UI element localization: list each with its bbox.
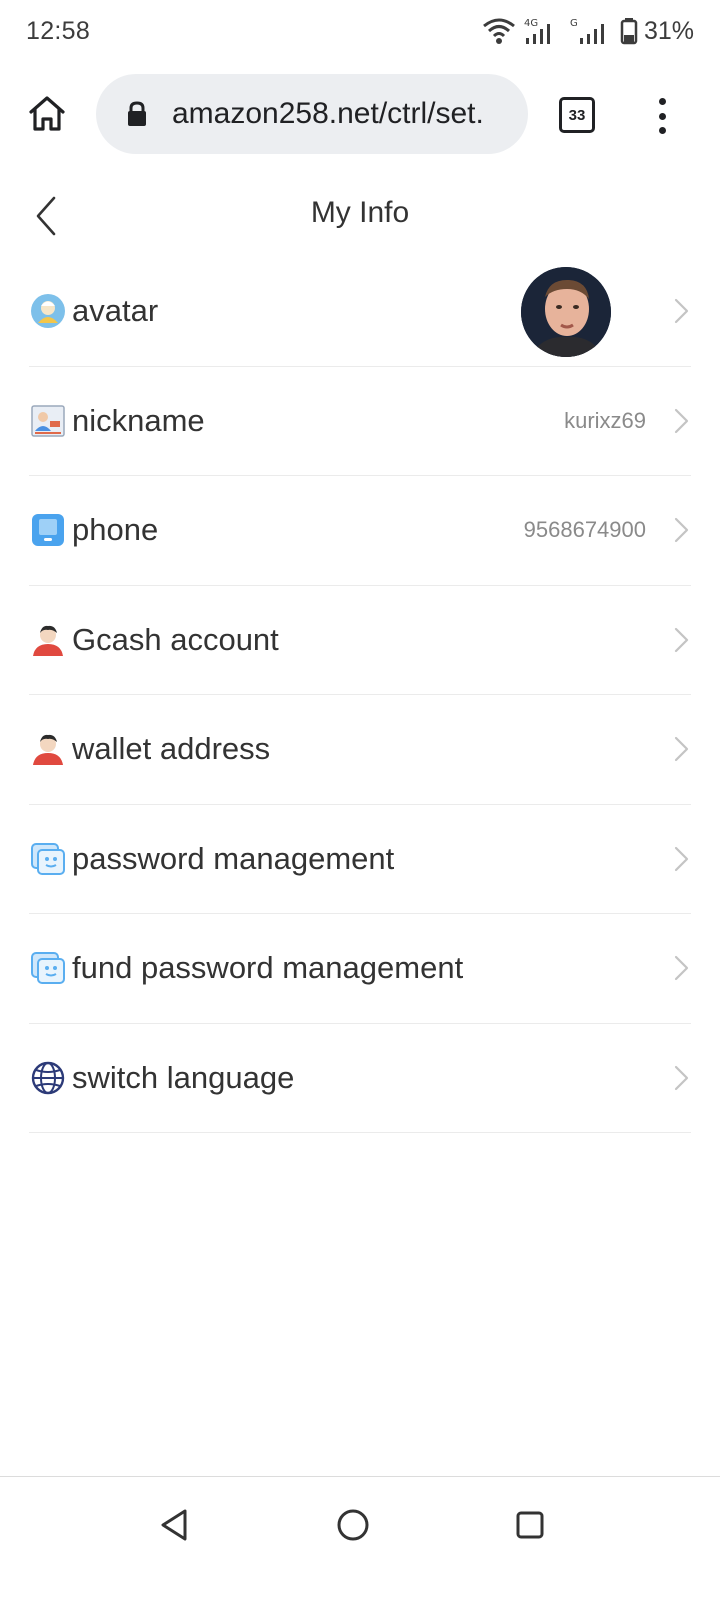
network-label: 4G [524,18,538,29]
row-label-nickname: nickname [72,402,205,438]
row-label-language: switch language [72,1059,295,1095]
status-time: 12:58 [26,16,91,45]
signal-icon: 4G [524,18,550,44]
row-label-gcash: Gcash account [72,621,279,657]
chevron-right-icon [674,956,689,981]
info-list: avatar nickname kurixz69 phone 956867490… [29,257,691,1133]
chevron-right-icon [674,1065,689,1090]
home-icon [29,96,65,131]
list-item-avatar[interactable]: avatar [29,257,691,367]
url-text: amazon258.net/ctrl/set. [172,97,484,130]
recents-square-icon [516,1511,544,1539]
tabs-button[interactable]: 33 [559,97,595,133]
phone-icon [30,512,66,548]
nav-home-button[interactable] [333,1505,373,1545]
lock-icon [128,101,146,126]
status-bar: 12:58 4G G 31% [0,0,720,62]
nav-recents-button[interactable] [510,1505,550,1545]
list-item-gcash-account[interactable]: Gcash account [29,586,691,695]
page-header: My Info [0,180,720,252]
list-item-wallet-address[interactable]: wallet address [29,695,691,805]
row-value-phone: 9568674900 [523,517,646,543]
chat-key-icon [30,950,66,986]
person-icon [30,622,66,658]
list-item-switch-language[interactable]: switch language [29,1024,691,1133]
avatar[interactable] [521,267,611,357]
globe-icon [30,1060,66,1096]
row-value-nickname: kurixz69 [564,407,646,433]
home-circle-icon [337,1509,369,1541]
tab-count: 33 [568,106,586,124]
chevron-right-icon [674,299,689,324]
row-label-phone: phone [72,512,159,548]
chevron-right-icon [674,408,689,433]
battery-percent: 31% [643,16,694,45]
chat-key-icon [30,841,66,877]
id-card-icon [30,403,66,439]
battery-icon [620,18,638,45]
avatar-icon [30,293,66,329]
list-item-password-management[interactable]: password management [29,805,691,914]
nav-back-button[interactable] [155,1505,195,1545]
row-label-avatar: avatar [72,293,159,329]
list-item-fund-password-management[interactable]: fund password management [29,914,691,1024]
status-icons: 4G G 31% [482,16,694,46]
url-bar[interactable]: amazon258.net/ctrl/set. [96,74,528,154]
list-item-nickname[interactable]: nickname kurixz69 [29,367,691,476]
row-label-password: password management [72,840,395,876]
signal-icon-2: G [570,18,604,44]
page-title: My Info [310,196,410,229]
back-triangle-icon [161,1509,187,1541]
chevron-right-icon [674,518,689,543]
chevron-right-icon [674,627,689,652]
more-vert-icon[interactable] [650,96,674,136]
wifi-icon [483,18,515,44]
list-item-phone[interactable]: phone 9568674900 [29,476,691,586]
person-icon [30,731,66,767]
row-label-wallet: wallet address [72,731,271,767]
home-button[interactable] [26,92,68,134]
row-label-fund-password: fund password management [72,950,464,986]
chevron-right-icon [674,737,689,762]
browser-toolbar: amazon258.net/ctrl/set. 33 [0,72,720,156]
chevron-right-icon [674,846,689,871]
system-nav-bar [0,1476,720,1600]
network-label-2: G [570,18,578,29]
